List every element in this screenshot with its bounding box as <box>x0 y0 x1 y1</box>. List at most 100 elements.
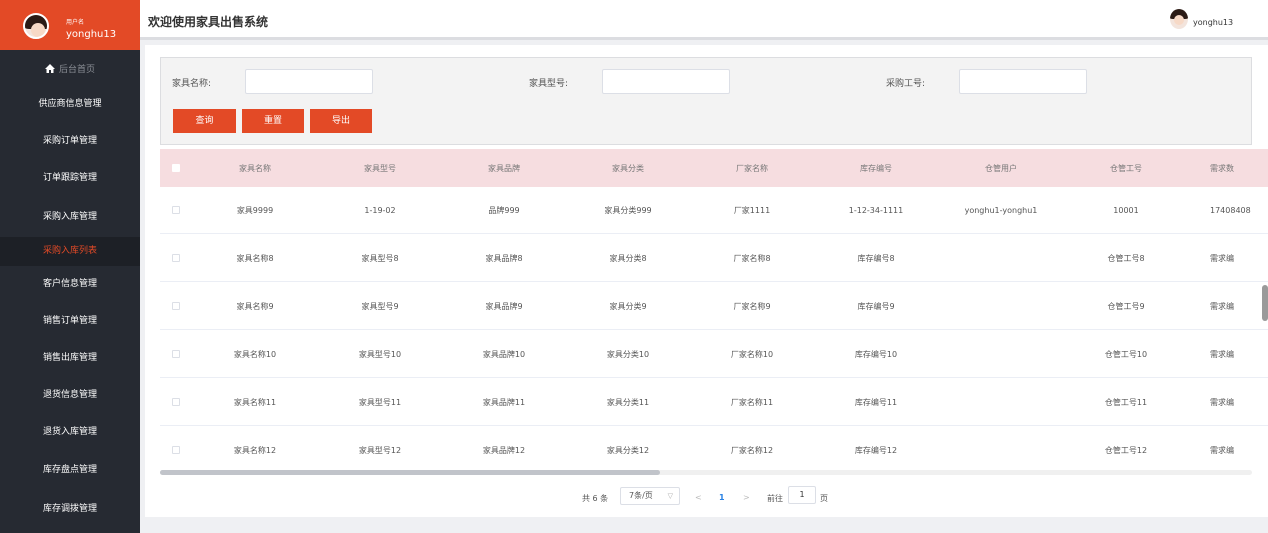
table-cell: 厂家1111 <box>733 205 771 215</box>
horizontal-scrollbar[interactable] <box>160 470 1252 475</box>
table-cell: 库存编号8 <box>857 253 895 263</box>
table-cell: 仓管工号11 <box>1104 397 1148 407</box>
table-cell: 需求编 <box>1210 253 1234 263</box>
goto-label: 前往 <box>767 494 783 503</box>
sidebar-item-inventory-transfer[interactable]: 库存调拨管理 <box>0 491 140 528</box>
header-user-name[interactable]: yonghu13 <box>1193 18 1233 27</box>
row-checkbox[interactable] <box>170 187 182 233</box>
table-cell: 家具型号12 <box>358 445 402 455</box>
next-page-button[interactable]: > <box>743 493 750 502</box>
export-button[interactable]: 导出 <box>310 109 372 133</box>
table-row[interactable]: 家具名称9 家具型号9 家具品牌9 家具分类9 厂家名称9 库存编号9 仓管工号… <box>160 283 1268 330</box>
table-cell: 仓管工号12 <box>1104 445 1148 455</box>
table-cell: 1-12-34-1111 <box>848 205 904 215</box>
purchase-staff-input[interactable] <box>959 69 1087 94</box>
table-header: 家具名称 家具型号 家具品牌 家具分类 厂家名称 库存编号 仓管用户 仓管工号 … <box>160 149 1268 187</box>
column-header[interactable]: 家具型号 <box>330 149 430 187</box>
table-cell: 家具品牌9 <box>485 301 523 311</box>
table-cell: 家具名称8 <box>236 253 274 263</box>
sidebar-item-return-inbound[interactable]: 退货入库管理 <box>0 414 140 451</box>
table-cell: 家具名称12 <box>233 445 277 455</box>
furniture-model-input[interactable] <box>602 69 730 94</box>
query-button[interactable]: 查询 <box>173 109 236 133</box>
sidebar-item-purchase-inbound[interactable]: 采购入库管理 <box>0 199 140 236</box>
sidebar-item-inventory-check[interactable]: 库存盘点管理 <box>0 452 140 489</box>
sidebar-item-home[interactable]: 后台首页 <box>0 52 140 89</box>
furniture-name-input[interactable] <box>245 69 373 94</box>
user-name: yonghu13 <box>66 29 117 40</box>
sidebar-item-return-info[interactable]: 退货信息管理 <box>0 377 140 414</box>
column-header[interactable]: 厂家名称 <box>702 149 802 187</box>
column-header[interactable]: 家具分类 <box>578 149 678 187</box>
table-cell: 家具分类9 <box>609 301 647 311</box>
table-cell: 仓管工号8 <box>1107 253 1145 263</box>
sidebar-item-sales-outbound[interactable]: 销售出库管理 <box>0 340 140 377</box>
sidebar-user-panel: 用户名 yonghu13 <box>0 0 140 50</box>
table-cell: 家具分类999 <box>604 205 652 215</box>
table-cell: 库存编号11 <box>854 397 898 407</box>
table-row[interactable]: 家具名称8 家具型号8 家具品牌8 家具分类8 厂家名称8 库存编号8 仓管工号… <box>160 235 1268 282</box>
row-checkbox[interactable] <box>170 427 182 467</box>
table-cell: 需求编 <box>1210 349 1234 359</box>
table-cell: 家具型号9 <box>361 301 399 311</box>
sidebar-item-order-tracking[interactable]: 订单跟踪管理 <box>0 160 140 197</box>
table-cell: 家具分类11 <box>606 397 650 407</box>
table-cell: 家具名称11 <box>233 397 277 407</box>
sidebar-item-supplier[interactable]: 供应商信息管理 <box>0 86 140 123</box>
column-header[interactable]: 需求数 <box>1210 149 1268 187</box>
row-checkbox[interactable] <box>170 235 182 281</box>
table-cell <box>951 331 1051 377</box>
row-checkbox[interactable] <box>170 379 182 425</box>
sidebar-item-label: 销售出库管理 <box>42 353 97 363</box>
content-panel: 家具名称: 家具型号: 采购工号: 查询 重置 导出 家具名称 家具型号 家具品… <box>145 45 1268 517</box>
sidebar-item-purchase-order[interactable]: 采购订单管理 <box>0 123 140 160</box>
current-page[interactable]: 1 <box>719 493 725 502</box>
table-cell: 家具品牌11 <box>482 397 526 407</box>
table-cell: 需求编 <box>1210 445 1234 455</box>
sidebar-item-label: 退货入库管理 <box>42 427 97 437</box>
column-header[interactable]: 仓管工号 <box>1076 149 1176 187</box>
row-checkbox[interactable] <box>170 331 182 377</box>
avatar <box>23 13 49 39</box>
column-header[interactable]: 家具品牌 <box>454 149 554 187</box>
sidebar-item-sales-order[interactable]: 销售订单管理 <box>0 303 140 340</box>
top-header: 欢迎使用家具出售系统 yonghu13 <box>140 0 1268 40</box>
page-size-select[interactable]: 7条/页 ▽ <box>620 487 680 505</box>
sidebar-item-label: 销售订单管理 <box>42 316 97 326</box>
sidebar-subitem-purchase-inbound-list[interactable]: 采购入库列表 <box>0 237 140 266</box>
sidebar: 用户名 yonghu13 后台首页 供应商信息管理 采购订单管理 订单跟踪管理 … <box>0 0 140 533</box>
sidebar-item-label: 客户信息管理 <box>42 279 97 289</box>
column-header[interactable]: 家具名称 <box>205 149 305 187</box>
table-cell: 17408408 <box>1210 205 1251 215</box>
table-row[interactable]: 家具9999 1-19-02 品牌999 家具分类999 厂家1111 1-12… <box>160 187 1268 234</box>
table-cell: 家具品牌10 <box>482 349 526 359</box>
table-cell: 家具型号8 <box>361 253 399 263</box>
pagination-total: 共 6 条 <box>582 494 609 503</box>
prev-page-button[interactable]: < <box>695 493 702 502</box>
table-row[interactable]: 家具名称11 家具型号11 家具品牌11 家具分类11 厂家名称11 库存编号1… <box>160 379 1268 426</box>
table-cell: 家具型号11 <box>358 397 402 407</box>
sidebar-item-label: 库存调拨管理 <box>42 504 97 514</box>
vertical-scrollbar[interactable] <box>1262 285 1268 321</box>
table-cell: 仓管工号9 <box>1107 301 1145 311</box>
select-all-checkbox[interactable] <box>170 149 182 187</box>
sidebar-item-label: 库存盘点管理 <box>42 465 97 475</box>
table-cell <box>951 235 1051 281</box>
column-header[interactable]: 库存编号 <box>826 149 926 187</box>
model-label: 家具型号: <box>529 79 569 89</box>
sidebar-item-label: 采购入库管理 <box>42 212 97 222</box>
goto-page-input[interactable]: 1 <box>788 486 816 504</box>
table-row[interactable]: 家具名称12 家具型号12 家具品牌12 家具分类12 厂家名称12 库存编号1… <box>160 427 1268 467</box>
scrollbar-thumb[interactable] <box>160 470 660 475</box>
table-cell: 家具品牌12 <box>482 445 526 455</box>
staff-label: 采购工号: <box>886 79 926 89</box>
column-header[interactable]: 仓管用户 <box>951 149 1051 187</box>
table-row[interactable]: 家具名称10 家具型号10 家具品牌10 家具分类10 厂家名称10 库存编号1… <box>160 331 1268 378</box>
table-cell <box>951 379 1051 425</box>
reset-button[interactable]: 重置 <box>242 109 304 133</box>
row-checkbox[interactable] <box>170 283 182 329</box>
home-icon <box>44 64 55 73</box>
table-cell: 厂家名称8 <box>733 253 771 263</box>
header-avatar[interactable] <box>1170 9 1188 29</box>
sidebar-item-customer[interactable]: 客户信息管理 <box>0 266 140 303</box>
